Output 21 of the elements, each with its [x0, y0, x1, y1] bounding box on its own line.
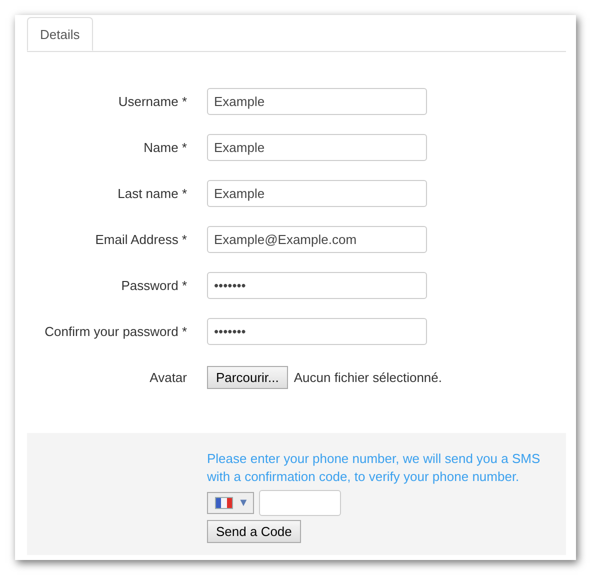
file-status: Aucun fichier sélectionné.: [294, 370, 442, 385]
tab[interactable]: Details: [27, 17, 93, 51]
country-dropdown[interactable]: ▼: [207, 492, 254, 514]
field-label: Username *: [117, 94, 187, 109]
phone-input[interactable]: [258, 490, 341, 516]
input-field[interactable]: Example: [207, 134, 427, 161]
input-field[interactable]: Example: [207, 88, 427, 115]
flag-icon: [215, 497, 233, 509]
input-field[interactable]: •••••••: [207, 318, 427, 345]
send-code-button[interactable]: Send a Code: [207, 520, 301, 543]
input-field[interactable]: Example: [207, 180, 427, 207]
browse-button[interactable]: Parcourir...: [207, 366, 288, 389]
field-label: Name *: [142, 140, 187, 155]
input-field[interactable]: Example@Example.com: [207, 226, 427, 253]
field-label: Confirm your password *: [44, 324, 187, 339]
field-label: Email Address *: [94, 232, 187, 247]
phone-message: Please enter your phone number, we will send you a SMS with a confirmation code, to verify your phone number.: [207, 450, 542, 486]
field-label: Avatar: [148, 370, 187, 385]
input-field[interactable]: •••••••: [207, 272, 427, 299]
field-label: Last name *: [116, 186, 187, 201]
field-label: Password *: [120, 278, 187, 293]
